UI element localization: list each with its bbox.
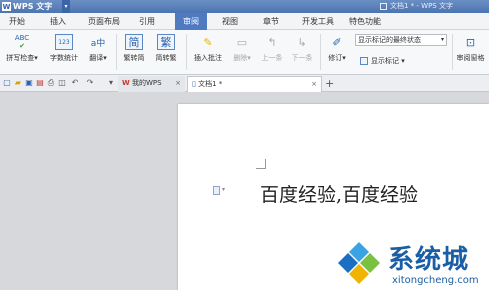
- open-folder-icon[interactable]: ▰: [13, 78, 23, 88]
- next-comment-button[interactable]: ↳ 下一条: [288, 34, 316, 63]
- delete-comment-button[interactable]: ▭ 删除▾: [228, 34, 256, 63]
- watermark-url: xitongcheng.com: [392, 275, 479, 286]
- app-menu-button[interactable]: W WPS 文字: [0, 0, 62, 13]
- review-ribbon: ABC ✔ 拼写检查▾ 123 字数统计 a中 翻译▾ 简 繁转简 繁 简转繁 ✎…: [0, 30, 489, 75]
- translate-icon: a中: [90, 38, 106, 49]
- divider: [320, 34, 321, 70]
- close-icon[interactable]: ×: [311, 77, 317, 92]
- print-icon[interactable]: ⎙: [46, 78, 56, 88]
- document-icon: ▯: [192, 80, 196, 88]
- watermark-name: 系统城: [388, 245, 470, 275]
- simp-to-trad-button[interactable]: 繁 简转繁: [152, 34, 180, 63]
- tab-home[interactable]: 开始: [9, 13, 25, 30]
- tab-review[interactable]: 审阅: [175, 13, 207, 30]
- previous-icon: ↰: [267, 35, 277, 49]
- track-changes-button[interactable]: ✐ 修订▾: [324, 34, 350, 63]
- spellcheck-button[interactable]: ABC ✔ 拼写检查▾: [3, 34, 41, 63]
- tab-developer[interactable]: 开发工具: [302, 13, 334, 30]
- save-icon[interactable]: ▣: [24, 78, 34, 88]
- tab-section[interactable]: 章节: [263, 13, 279, 30]
- track-changes-icon: ✐: [332, 35, 342, 49]
- insert-comment-button[interactable]: ✎ 插入批注: [190, 34, 226, 63]
- print-preview-icon[interactable]: ◫: [57, 78, 67, 88]
- title-bar: W WPS 文字 ▾ 文档1 * - WPS 文字: [0, 0, 489, 13]
- export-pdf-icon[interactable]: ▤: [35, 78, 45, 88]
- margin-corner-mark: [256, 159, 266, 169]
- markup-mode-select[interactable]: 显示标记的最终状态 ▾: [355, 34, 447, 46]
- window-title: 文档1 * - WPS 文字: [380, 0, 453, 13]
- site-watermark: 系统城 xitongcheng.com: [336, 234, 486, 290]
- paragraph-layout-icon[interactable]: [213, 186, 220, 195]
- translate-button[interactable]: a中 翻译▾: [84, 34, 112, 63]
- convert-icon: 简: [125, 34, 143, 50]
- tab-features[interactable]: 特色功能: [349, 13, 381, 30]
- chevron-down-icon: ▾: [440, 36, 444, 43]
- tab-my-wps[interactable]: W 我的WPS ×: [118, 76, 185, 92]
- chevron-down-icon[interactable]: ▾: [222, 186, 225, 193]
- app-menu-dropdown-icon[interactable]: ▾: [62, 0, 70, 13]
- delete-comment-icon: ▭: [236, 35, 248, 49]
- divider: [116, 34, 117, 70]
- next-icon: ↳: [297, 35, 307, 49]
- tab-view[interactable]: 视图: [222, 13, 238, 30]
- watermark-logo-icon: [338, 242, 380, 284]
- review-pane-button[interactable]: ⊡ 审阅窗格: [453, 34, 488, 63]
- app-name: WPS 文字: [13, 2, 53, 11]
- comment-icon: ✎: [203, 35, 213, 49]
- wps-logo-icon: W: [122, 79, 130, 87]
- close-icon[interactable]: ×: [175, 76, 181, 91]
- quick-access-bar: ▢ ▰ ▣ ▤ ⎙ ◫ ↶ ↷ ▾ W 我的WPS × ▯ 文档1 * × +: [0, 75, 489, 92]
- wps-logo-icon: W: [2, 2, 11, 11]
- tab-page-layout[interactable]: 页面布局: [88, 13, 120, 30]
- trad-to-simp-button[interactable]: 简 繁转简: [120, 34, 148, 63]
- convert-icon: 繁: [157, 34, 175, 50]
- show-markup-button[interactable]: 显示标记 ▾: [360, 56, 405, 66]
- word-count-button[interactable]: 123 字数统计: [45, 34, 83, 63]
- word-count-icon: 123: [55, 34, 73, 50]
- document-text[interactable]: 百度经验,百度经验: [260, 180, 418, 207]
- menu-bar: 开始 插入 页面布局 引用 审阅 视图 章节 开发工具 特色功能: [0, 13, 489, 30]
- undo-icon[interactable]: ↶: [70, 78, 80, 88]
- customize-toolbar-icon[interactable]: ▾: [106, 78, 116, 88]
- document-icon: [380, 2, 387, 10]
- spellcheck-icon: ABC ✔: [14, 34, 30, 50]
- tab-references[interactable]: 引用: [139, 13, 155, 30]
- new-tab-button[interactable]: +: [325, 75, 334, 92]
- redo-icon[interactable]: ↷: [85, 78, 95, 88]
- new-document-icon[interactable]: ▢: [2, 78, 12, 88]
- previous-comment-button[interactable]: ↰ 上一条: [258, 34, 286, 63]
- tab-insert[interactable]: 插入: [50, 13, 66, 30]
- review-pane-icon: ⊡: [465, 35, 476, 49]
- tab-document-1[interactable]: ▯ 文档1 * ×: [187, 76, 322, 92]
- show-markup-icon: [360, 57, 368, 65]
- divider: [186, 34, 187, 70]
